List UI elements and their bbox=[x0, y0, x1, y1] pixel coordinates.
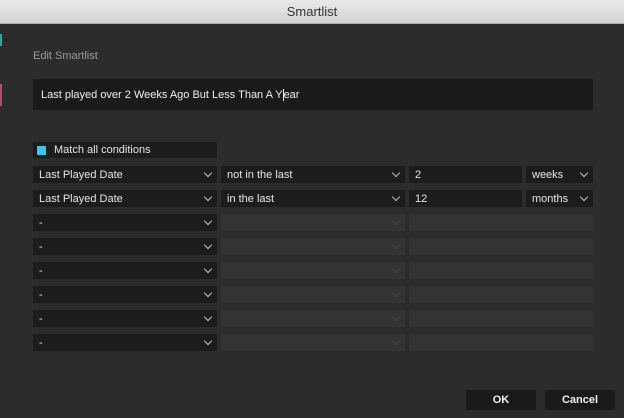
condition-operator-value: not in the last bbox=[227, 168, 293, 181]
smartlist-editor-panel: Edit Smartlist Last played over 2 Weeks … bbox=[0, 24, 624, 418]
condition-field-value: - bbox=[39, 240, 43, 253]
condition-value-input-disabled bbox=[409, 238, 593, 255]
ok-button[interactable]: OK bbox=[466, 390, 536, 410]
condition-row: Last Played Date not in the last 2 weeks bbox=[33, 166, 593, 190]
condition-field-select[interactable]: - bbox=[33, 310, 217, 327]
condition-value-input-disabled bbox=[409, 262, 593, 279]
condition-field-value: - bbox=[39, 264, 43, 277]
condition-operator-select-disabled bbox=[221, 286, 405, 303]
chevron-down-icon bbox=[391, 264, 401, 274]
condition-operator-select-disabled bbox=[221, 214, 405, 231]
chevron-down-icon bbox=[579, 192, 589, 202]
condition-field-value: Last Played Date bbox=[39, 192, 123, 205]
condition-field-select[interactable]: - bbox=[33, 214, 217, 231]
chevron-down-icon bbox=[391, 168, 401, 178]
condition-value-input[interactable]: 2 bbox=[409, 166, 522, 183]
condition-row-empty: - bbox=[33, 262, 593, 286]
chevron-down-icon bbox=[203, 288, 213, 298]
condition-field-select[interactable]: - bbox=[33, 262, 217, 279]
condition-unit-value: weeks bbox=[532, 168, 564, 181]
condition-field-select[interactable]: - bbox=[33, 334, 217, 351]
conditions-list: Last Played Date not in the last 2 weeks… bbox=[33, 166, 593, 358]
chevron-down-icon bbox=[203, 264, 213, 274]
condition-field-value: - bbox=[39, 216, 43, 229]
left-edge-accent bbox=[0, 34, 2, 46]
chevron-down-icon bbox=[391, 336, 401, 346]
chevron-down-icon bbox=[203, 192, 213, 202]
condition-field-value: Last Played Date bbox=[39, 168, 123, 181]
condition-operator-select[interactable]: in the last bbox=[221, 190, 405, 207]
condition-operator-select[interactable]: not in the last bbox=[221, 166, 405, 183]
checkbox-checked-icon bbox=[37, 145, 46, 155]
condition-row: Last Played Date in the last 12 months bbox=[33, 190, 593, 214]
chevron-down-icon bbox=[391, 312, 401, 322]
condition-field-select[interactable]: - bbox=[33, 286, 217, 303]
chevron-down-icon bbox=[203, 312, 213, 322]
name-text-before-cursor: Last played over 2 Weeks Ago But Less Th… bbox=[41, 88, 283, 101]
condition-field-select[interactable]: Last Played Date bbox=[33, 166, 217, 183]
condition-operator-value: in the last bbox=[227, 192, 275, 205]
window-titlebar: Smartlist bbox=[0, 0, 624, 24]
chevron-down-icon bbox=[203, 336, 213, 346]
match-all-conditions-checkbox[interactable]: Match all conditions bbox=[33, 142, 217, 158]
chevron-down-icon bbox=[579, 168, 589, 178]
chevron-down-icon bbox=[391, 240, 401, 250]
condition-value-text: 2 bbox=[415, 168, 422, 181]
left-edge-accent-2 bbox=[0, 84, 2, 106]
condition-value-input-disabled bbox=[409, 334, 593, 351]
name-text-after-cursor: ear bbox=[283, 88, 300, 101]
condition-unit-select[interactable]: months bbox=[526, 190, 593, 207]
condition-value-input-disabled bbox=[409, 214, 593, 231]
chevron-down-icon bbox=[391, 192, 401, 202]
match-all-conditions-label: Match all conditions bbox=[54, 144, 151, 156]
condition-operator-select-disabled bbox=[221, 334, 405, 351]
condition-unit-value: months bbox=[532, 192, 569, 205]
condition-operator-select-disabled bbox=[221, 262, 405, 279]
condition-field-value: - bbox=[39, 336, 43, 349]
condition-row-empty: - bbox=[33, 286, 593, 310]
smartlist-name-input[interactable]: Last played over 2 Weeks Ago But Less Th… bbox=[33, 79, 593, 110]
condition-unit-select[interactable]: weeks bbox=[526, 166, 593, 183]
condition-value-input-disabled bbox=[409, 286, 593, 303]
chevron-down-icon bbox=[391, 288, 401, 298]
condition-value-input[interactable]: 12 bbox=[409, 190, 522, 207]
chevron-down-icon bbox=[203, 240, 213, 250]
edit-smartlist-label: Edit Smartlist bbox=[33, 50, 98, 62]
condition-value-input-disabled bbox=[409, 310, 593, 327]
condition-row-empty: - bbox=[33, 334, 593, 358]
chevron-down-icon bbox=[203, 216, 213, 226]
condition-operator-select-disabled bbox=[221, 238, 405, 255]
condition-row-empty: - bbox=[33, 214, 593, 238]
condition-operator-select-disabled bbox=[221, 310, 405, 327]
chevron-down-icon bbox=[391, 216, 401, 226]
window-title: Smartlist bbox=[286, 4, 338, 19]
condition-row-empty: - bbox=[33, 310, 593, 334]
condition-field-value: - bbox=[39, 312, 43, 325]
chevron-down-icon bbox=[203, 168, 213, 178]
condition-row-empty: - bbox=[33, 238, 593, 262]
cancel-button[interactable]: Cancel bbox=[545, 390, 615, 410]
condition-value-text: 12 bbox=[415, 192, 428, 205]
condition-field-select[interactable]: Last Played Date bbox=[33, 190, 217, 207]
condition-field-select[interactable]: - bbox=[33, 238, 217, 255]
condition-field-value: - bbox=[39, 288, 43, 301]
